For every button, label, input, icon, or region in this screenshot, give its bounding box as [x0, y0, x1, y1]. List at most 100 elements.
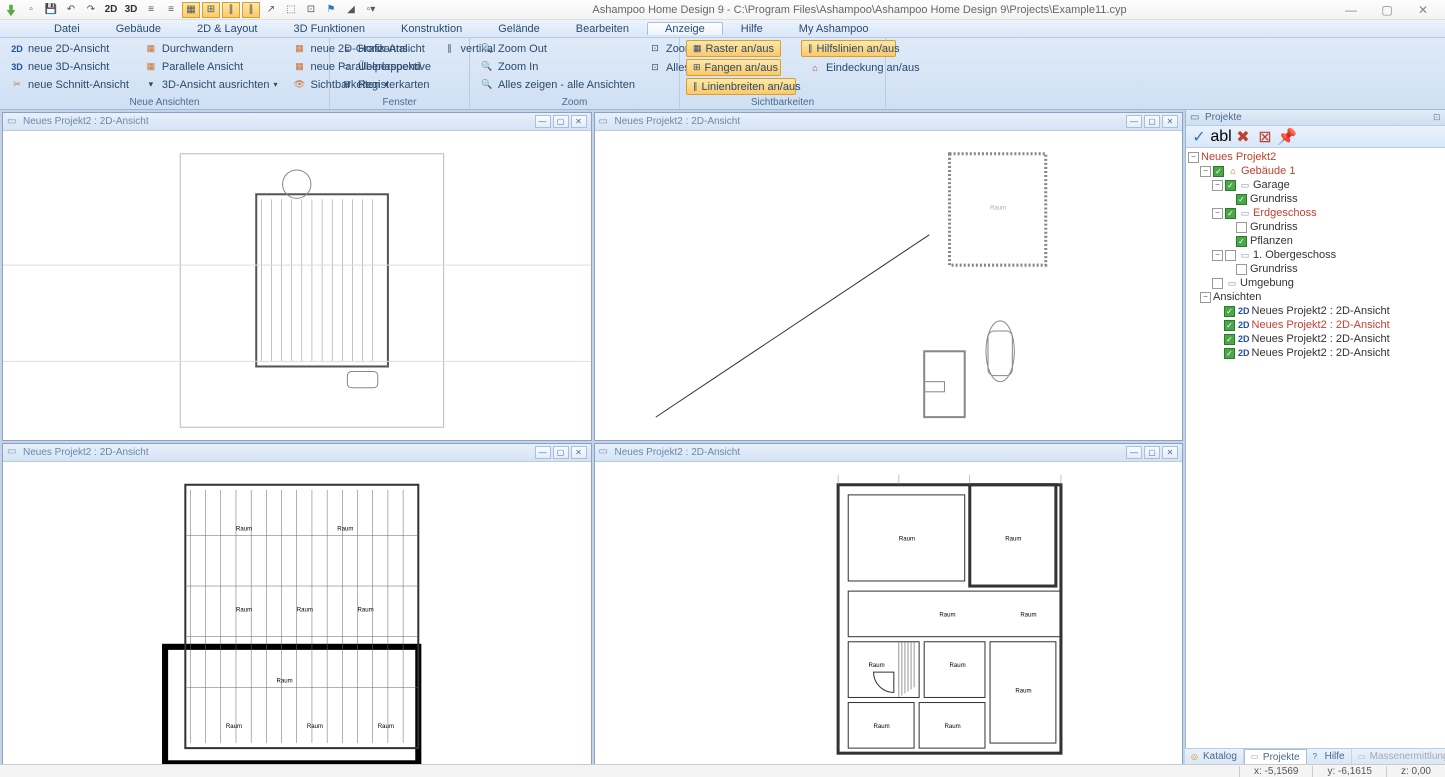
zoom-out-button[interactable]: 🔍Zoom Out: [476, 40, 639, 57]
checkbox[interactable]: ✓: [1213, 166, 1224, 177]
new-3d-view-button[interactable]: 3Dneue 3D-Ansicht: [6, 58, 133, 75]
svg-text:Raum: Raum: [1005, 536, 1021, 542]
3d-icon[interactable]: 3D: [122, 2, 140, 18]
svg-text:Raum: Raum: [1015, 688, 1031, 694]
flag-icon[interactable]: ⚑: [322, 2, 340, 18]
statusbar: x: -5,1569 y: -6,1615 z: 0,00: [0, 764, 1445, 777]
panel-restore-icon[interactable]: ⊡: [1433, 112, 1445, 124]
svg-text:Raum: Raum: [949, 663, 965, 669]
rename-icon[interactable]: abl: [1212, 129, 1230, 145]
grid-icon: ▦: [693, 42, 702, 56]
menu-hilfe[interactable]: Hilfe: [723, 22, 781, 36]
svg-text:Raum: Raum: [358, 607, 374, 613]
tool3-icon[interactable]: ⊡: [302, 2, 320, 18]
save-icon[interactable]: 💾: [42, 2, 60, 18]
menu-gelaende[interactable]: Gelände: [480, 22, 558, 36]
viewport-close[interactable]: ✕: [571, 446, 587, 459]
viewport-minimize[interactable]: —: [535, 446, 551, 459]
svg-text:Raum: Raum: [276, 678, 292, 684]
menu-konstruktion[interactable]: Konstruktion: [383, 22, 480, 36]
svg-text:Raum: Raum: [297, 607, 313, 613]
tab-katalog[interactable]: ◎Katalog: [1185, 749, 1244, 764]
new-2d-view-button[interactable]: 2Dneue 2D-Ansicht: [6, 40, 133, 57]
redo-icon[interactable]: ↷: [82, 2, 100, 18]
maximize-button[interactable]: ▢: [1375, 2, 1399, 18]
grid-icon[interactable]: ▦: [182, 2, 200, 18]
2d-icon[interactable]: 2D: [102, 2, 120, 18]
viewport-maximize[interactable]: ▢: [1144, 446, 1160, 459]
pin-icon[interactable]: 📌: [1278, 129, 1296, 145]
project-tree[interactable]: −Neues Projekt2 −✓⌂Gebäude 1 −✓▭Garage ✓…: [1186, 148, 1445, 764]
show-all-views-button[interactable]: 🔍Alles zeigen - alle Ansichten: [476, 76, 639, 93]
svg-text:Raum: Raum: [898, 536, 914, 542]
tab-massenermittlung[interactable]: ▭Massenermittlung: [1352, 749, 1445, 764]
svg-text:Raum: Raum: [378, 724, 394, 730]
tabs-button[interactable]: ⊞Registerkarten: [336, 76, 434, 93]
viewport-grid: ▭ Neues Projekt2 : 2D-Ansicht — ▢ ✕: [0, 110, 1185, 764]
menu-datei[interactable]: Datei: [36, 22, 98, 36]
viewport-canvas[interactable]: [3, 131, 591, 440]
menu-2dlayout[interactable]: 2D & Layout: [179, 22, 276, 36]
close-tab-icon[interactable]: ⊠: [1256, 129, 1274, 145]
guides-icon[interactable]: ∥: [222, 2, 240, 18]
zoom-in-button[interactable]: 🔍Zoom In: [476, 58, 639, 75]
viewport-minimize[interactable]: —: [1126, 446, 1142, 459]
viewport-maximize[interactable]: ▢: [1144, 115, 1160, 128]
tool-icon[interactable]: ≡: [142, 2, 160, 18]
viewport-close[interactable]: ✕: [571, 115, 587, 128]
new-icon[interactable]: ▫: [22, 2, 40, 18]
viewport-maximize[interactable]: ▢: [553, 115, 569, 128]
snap-icon[interactable]: ⊞: [202, 2, 220, 18]
viewport-canvas[interactable]: RaumRaum RaumRaum RaumRaum Raum RaumRaum: [595, 462, 1183, 771]
menu-bearbeiten[interactable]: Bearbeiten: [558, 22, 647, 36]
svg-text:Raum: Raum: [868, 663, 884, 669]
eraser-icon[interactable]: ◢: [342, 2, 360, 18]
tool2-icon[interactable]: ≡: [162, 2, 180, 18]
parallel-view-button[interactable]: ▦Parallele Ansicht: [140, 58, 282, 75]
snap-icon: ⊞: [693, 61, 701, 75]
menu-anzeige[interactable]: Anzeige: [647, 22, 723, 35]
tree-collapse[interactable]: −: [1188, 152, 1199, 163]
raster-toggle[interactable]: ▦Raster an/aus: [686, 40, 781, 57]
viewport-canvas[interactable]: RaumRaum RaumRaumRaum Raum RaumRaumRaum: [3, 462, 591, 771]
new-section-view-button[interactable]: ✂neue Schnitt-Ansicht: [6, 76, 133, 93]
minimize-button[interactable]: —: [1339, 2, 1363, 18]
overlapping-button[interactable]: ▭Überlappend: [336, 58, 434, 75]
viewport-maximize[interactable]: ▢: [553, 446, 569, 459]
viewport-minimize[interactable]: —: [535, 115, 551, 128]
horizontal-button[interactable]: ≡Horizontal: [336, 40, 434, 57]
tab-hilfe[interactable]: ?Hilfe: [1307, 749, 1352, 764]
hilfslinien-toggle[interactable]: ∥Hilfslinien an/aus: [801, 40, 896, 57]
download-icon[interactable]: [2, 2, 20, 18]
mass-icon: ▭: [1358, 752, 1368, 762]
lineweight-icon[interactable]: ∥: [242, 2, 260, 18]
viewport-3: ▭Neues Projekt2 : 2D-Ansicht —▢✕ RaumRau…: [2, 443, 592, 772]
check-icon[interactable]: ✓: [1190, 129, 1208, 145]
viewport-minimize[interactable]: —: [1126, 115, 1142, 128]
arrow-icon[interactable]: ↗: [262, 2, 280, 18]
delete-icon[interactable]: ✖: [1234, 129, 1252, 145]
fangen-toggle[interactable]: ⊞Fangen an/aus: [686, 59, 781, 76]
roof-icon: ⌂: [808, 61, 822, 75]
svg-text:Raum: Raum: [1020, 612, 1036, 618]
align-3d-view-button[interactable]: ▾3D-Ansicht ausrichten▾: [140, 76, 282, 93]
guides-icon: ∥: [808, 42, 813, 56]
undo-icon[interactable]: ↶: [62, 2, 80, 18]
viewport-4: ▭Neues Projekt2 : 2D-Ansicht —▢✕: [594, 443, 1184, 772]
more-icon[interactable]: ▫▾: [362, 2, 380, 18]
viewport-close[interactable]: ✕: [1162, 115, 1178, 128]
walkthrough-button[interactable]: ▦Durchwandern: [140, 40, 282, 57]
projects-panel: ▭ Projekte ⊡ ✓ abl ✖ ⊠ 📌 −Neues Projekt2…: [1185, 110, 1445, 764]
select-icon[interactable]: ⬚: [282, 2, 300, 18]
building-icon: ⌂: [1227, 165, 1239, 177]
viewport-canvas[interactable]: Raum: [595, 131, 1183, 440]
viewport-close[interactable]: ✕: [1162, 446, 1178, 459]
lineweight-toggle[interactable]: ∥Linienbreiten an/aus: [686, 78, 796, 95]
menu-gebaeude[interactable]: Gebäude: [98, 22, 179, 36]
close-button[interactable]: ✕: [1411, 2, 1435, 18]
svg-text:Raum: Raum: [236, 526, 252, 532]
eindeckung-toggle[interactable]: ⌂Eindeckung an/aus: [801, 59, 927, 76]
tab-projekte[interactable]: ▭Projekte: [1244, 749, 1307, 764]
menu-3dfunktionen[interactable]: 3D Funktionen: [276, 22, 384, 36]
menu-myashampoo[interactable]: My Ashampoo: [781, 22, 887, 36]
